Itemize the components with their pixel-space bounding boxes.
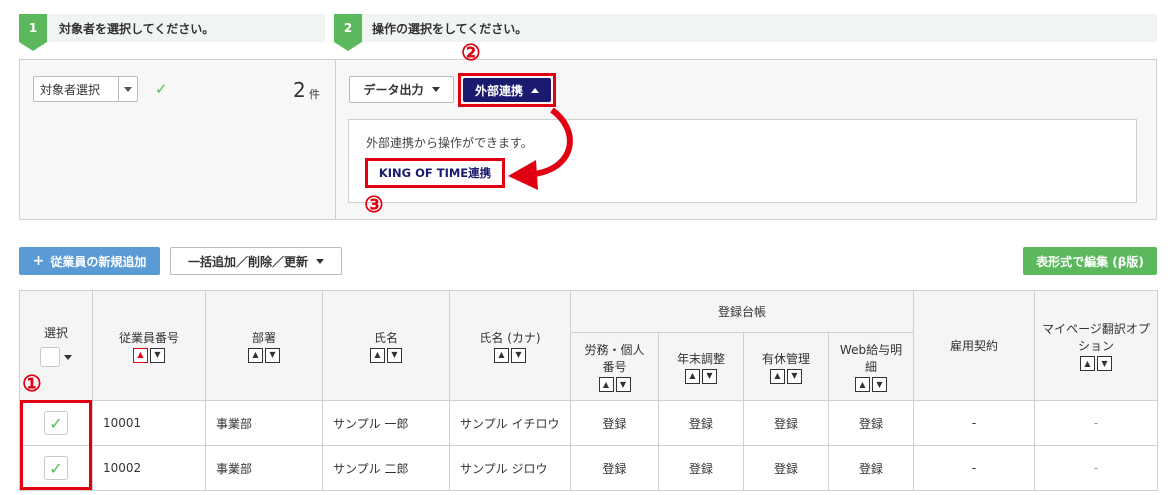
count-unit: 件 [309,88,320,101]
header-yearend: 年末調整 ▲ ▼ [658,332,744,401]
step1-label: 対象者を選択してください。 [59,21,215,36]
header-labor: 労務・個人番号 ▲ ▼ [570,332,659,401]
header-kana-label: 氏名 (カナ) [479,330,541,345]
chevron-up-icon [531,87,539,93]
sort-desc-icon[interactable]: ▼ [872,377,887,392]
cell-yearend[interactable]: 登録 [658,400,744,446]
header-emp-no: 従業員番号 ▲ ▼ [92,290,206,401]
sort-desc-icon[interactable]: ▼ [1097,356,1112,371]
cell-mypage: - [1034,445,1158,491]
check-icon: ✓ [155,80,168,98]
bulk-update-dropdown[interactable]: 一括追加／削除／更新 [170,247,342,275]
chevron-down-icon [316,258,324,264]
sort-desc-icon[interactable]: ▼ [387,347,402,363]
header-mypage: マイページ翻訳オプション ▲ ▼ [1034,290,1158,401]
data-output-dropdown[interactable]: データ出力 [349,76,454,103]
sort-desc-icon[interactable]: ▼ [150,347,165,363]
chevron-down-icon[interactable] [64,354,72,360]
step2-number: 2 [334,14,362,51]
chevron-down-icon [124,87,132,92]
add-employee-label: 従業員の新規追加 [50,254,147,269]
target-select-label: 対象者選択 [40,82,101,97]
sort-asc-icon[interactable]: ▲ [1080,356,1095,371]
step1-number: 1 [19,14,47,51]
header-web-label: Web給与明細 [839,343,903,374]
sort-asc-icon[interactable]: ▲ [770,368,785,384]
checkbox-highlight [20,400,92,490]
cell-web[interactable]: 登録 [828,445,914,491]
header-name: 氏名 ▲ ▼ [322,290,450,401]
annotation-1: ① [22,371,42,397]
employee-table: 選択 従業員番号 ▲ ▼ 部署 ▲ ▼ 氏名 ▲ ▼ 氏名 (カナ) ▲ ▼ 登録台帳 … [19,290,1158,491]
table-row[interactable]: ✓ 10001 事業部 サンプル 一郎 サンプル イチロウ 登録 登録 登録 登… [19,400,1158,446]
header-leave: 有休管理 ▲ ▼ [743,332,829,401]
sort-asc-icon[interactable]: ▲ [370,347,385,363]
header-dept-label: 部署 [251,330,276,345]
header-emp-no-label: 従業員番号 [118,330,179,345]
sort-desc-icon[interactable]: ▼ [702,368,717,384]
cell-contract: - [913,445,1035,491]
sort-asc-icon[interactable]: ▲ [598,377,614,392]
kot-link-label: KING OF TIME連携 [378,166,492,180]
panel-divider [335,60,336,219]
external-link-button[interactable]: 外部連携 [463,78,551,102]
cell-kana: サンプル ジロウ [449,445,571,491]
cell-dept: 事業部 [205,445,323,491]
header-mypage-label: マイページ翻訳オプション [1042,322,1150,353]
selected-count: 2 [293,78,306,102]
step1-bar: 対象者を選択してください。 [19,14,325,42]
sort-asc-icon[interactable]: ▲ [494,347,509,363]
table-edit-button[interactable]: 表形式で編集 (β版) [1023,247,1157,275]
cell-dept: 事業部 [205,400,323,446]
header-leave-label: 有休管理 [761,351,810,366]
sort-asc-icon[interactable]: ▲ [855,377,870,392]
step2-bar: 操作の選択をしてください。 [334,14,1157,42]
step2-label: 操作の選択をしてください。 [372,21,528,36]
cell-leave[interactable]: 登録 [743,445,829,491]
cell-name[interactable]: サンプル 一郎 [322,400,450,446]
cell-web[interactable]: 登録 [828,400,914,446]
kot-link-button[interactable]: KING OF TIME連携 [365,158,505,188]
cell-labor[interactable]: 登録 [570,445,659,491]
target-select[interactable]: 対象者選択 [33,76,138,102]
header-yearend-label: 年末調整 [676,351,725,366]
header-ledger: 登録台帳 [570,290,914,333]
add-employee-button[interactable]: + 従業員の新規追加 [19,247,160,275]
cell-leave[interactable]: 登録 [743,400,829,446]
select-divider [118,77,119,101]
cell-emp-no: 10001 [92,400,206,446]
data-output-label: データ出力 [363,83,424,97]
external-link-label: 外部連携 [474,83,523,98]
sort-desc-icon[interactable]: ▼ [615,377,631,392]
cell-emp-no: 10002 [92,445,206,491]
plus-icon: + [32,253,45,269]
header-dept: 部署 ▲ ▼ [205,290,323,401]
header-kana: 氏名 (カナ) ▲ ▼ [449,290,571,401]
sort-desc-icon[interactable]: ▼ [265,347,280,363]
table-row[interactable]: ✓ 10002 事業部 サンプル 二郎 サンプル ジロウ 登録 登録 登録 登録… [19,445,1158,491]
sort-asc-icon[interactable]: ▲ [133,347,148,363]
header-web: Web給与明細 ▲ ▼ [828,332,914,401]
bulk-update-label: 一括追加／削除／更新 [187,254,308,269]
cell-yearend[interactable]: 登録 [658,445,744,491]
header-contract: 雇用契約 [913,290,1035,401]
annotation-2: ② [461,40,481,66]
cell-contract: - [913,400,1035,446]
cell-name[interactable]: サンプル 二郎 [322,445,450,491]
cell-labor[interactable]: 登録 [570,400,659,446]
chevron-down-icon [431,87,440,92]
curved-arrow-icon [508,107,573,190]
header-labor-label: 労務・個人番号 [584,343,645,374]
sort-desc-icon[interactable]: ▼ [787,368,802,384]
sort-asc-icon[interactable]: ▲ [248,347,263,363]
annotation-3: ③ [364,192,384,218]
header-name-label: 氏名 [373,330,398,345]
sort-desc-icon[interactable]: ▼ [511,347,526,363]
cell-kana: サンプル イチロウ [449,400,571,446]
header-select-label: 選択 [43,326,68,340]
cell-mypage: - [1034,400,1158,446]
sort-asc-icon[interactable]: ▲ [685,368,700,384]
select-all-checkbox[interactable] [40,347,60,367]
